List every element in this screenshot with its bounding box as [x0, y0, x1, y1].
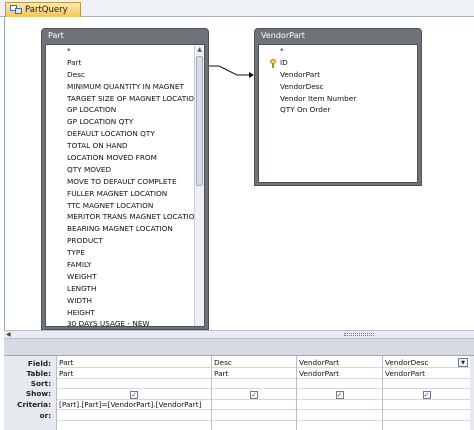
part-field-item[interactable]: Desc: [46, 69, 204, 81]
vendorpart-field-item[interactable]: Vendor Item Number: [259, 93, 417, 105]
grid-row-label: or:: [39, 411, 51, 420]
pane-gap: [4, 339, 474, 355]
part-field-item[interactable]: TTC MAGNET LOCATION: [46, 200, 204, 212]
grid-sort-cell[interactable]: [383, 379, 470, 389]
grid-column[interactable]: VendorPart VendorPart ✓: [296, 356, 382, 430]
show-checkbox[interactable]: ✓: [250, 390, 258, 399]
show-checkbox[interactable]: ✓: [335, 390, 344, 399]
grid-field-cell[interactable]: Desc: [212, 358, 296, 368]
grid-row-label: Table:: [26, 369, 51, 378]
grid-row-label: Sort:: [30, 379, 51, 388]
scrollbar-thumb[interactable]: [196, 56, 203, 186]
grid-sort-cell[interactable]: [57, 379, 211, 389]
scroll-left-icon[interactable]: ◀: [6, 331, 11, 339]
part-field-item[interactable]: WEIGHT: [46, 271, 204, 283]
part-field-item[interactable]: MINIMUM QUANTITY IN MAGNET: [46, 81, 204, 93]
part-field-item[interactable]: MERITOR TRANS MAGNET LOCATION: [46, 211, 204, 223]
part-field-item[interactable]: FAMILY: [46, 259, 204, 271]
vendorpart-table-title[interactable]: VendorPart: [255, 29, 421, 43]
part-field-item[interactable]: TOTAL ON HAND: [46, 140, 204, 152]
part-field-item[interactable]: GP LOCATION QTY: [46, 116, 204, 128]
grid-show-cell[interactable]: ✓: [57, 390, 211, 400]
vendorpart-field-label: ID: [280, 57, 288, 67]
part-field-item[interactable]: LENGTH: [46, 283, 204, 295]
grid-column[interactable]: Desc Part ✓: [211, 356, 296, 430]
grid-table-cell[interactable]: Part: [212, 369, 296, 379]
part-field-item[interactable]: *: [46, 45, 204, 57]
part-field-item[interactable]: HEIGHT: [46, 307, 204, 319]
show-checkbox[interactable]: ✓: [130, 390, 138, 399]
vendorpart-field-item[interactable]: VendorPart: [259, 69, 417, 81]
grid-criteria-cell[interactable]: [212, 400, 296, 410]
grid-sort-cell[interactable]: [212, 379, 296, 389]
query-tab-label: PartQuery: [25, 5, 68, 15]
part-field-item[interactable]: TYPE: [46, 247, 204, 259]
grid-or-cell[interactable]: [212, 411, 296, 421]
grid-or-cell[interactable]: [383, 411, 470, 421]
vendorpart-field-item[interactable]: *: [259, 45, 417, 57]
grid-criteria-cell[interactable]: [383, 400, 470, 410]
vendorpart-field-item[interactable]: QTY On Order: [259, 104, 417, 116]
grid-show-cell[interactable]: ✓: [212, 390, 296, 400]
grid-field-cell[interactable]: Part: [57, 358, 211, 368]
part-field-list[interactable]: * Part Desc MINIMUM QUANTITY IN MAGNET TARGE…: [45, 44, 205, 327]
grid-table-cell[interactable]: VendorPart: [297, 369, 382, 379]
show-checkbox[interactable]: ✓: [422, 390, 431, 399]
vendorpart-field-item[interactable]: VendorDesc: [259, 81, 417, 93]
part-field-item[interactable]: 30 DAYS USAGE - NEW: [46, 318, 204, 326]
grid-table-cell[interactable]: VendorPart: [383, 369, 470, 379]
vendorpart-table[interactable]: VendorPart * ID VendorPart VendorDesc Vendor…: [254, 28, 422, 186]
part-field-item[interactable]: PRODUCT: [46, 235, 204, 247]
part-field-item[interactable]: TARGET SIZE OF MAGNET LOCATION: [46, 93, 204, 105]
part-field-scrollbar[interactable]: ▲: [194, 45, 204, 326]
grid-field-cell[interactable]: VendorPart: [297, 358, 382, 368]
part-field-item[interactable]: QTY MOVED: [46, 164, 204, 176]
splitter-grip[interactable]: [344, 333, 374, 336]
vendorpart-field-list[interactable]: * ID VendorPart VendorDesc Vendor Item Numbe…: [258, 44, 418, 183]
grid-table-cell[interactable]: Part: [57, 369, 211, 379]
grid-show-cell[interactable]: ✓: [297, 390, 382, 400]
part-field-item[interactable]: MOVE TO DEFAULT COMPLETE: [46, 176, 204, 188]
grid-row-label: Criteria:: [17, 400, 51, 409]
part-table[interactable]: Part * Part Desc MINIMUM QUANTITY IN MAGNET…: [41, 28, 209, 330]
grid-column[interactable]: Part Part ✓ [Part].[Part]=[VendorPart].[Ven…: [56, 356, 211, 430]
document-tab-strip: PartQuery: [0, 0, 474, 17]
part-field-item[interactable]: DEFAULT LOCATION QTY: [46, 128, 204, 140]
grid-criteria-cell[interactable]: [297, 400, 382, 410]
part-table-title[interactable]: Part: [42, 29, 208, 43]
grid-criteria-cell[interactable]: [Part].[Part]=[VendorPart].[VendorPart]: [57, 400, 211, 410]
part-field-item[interactable]: BEARING MAGNET LOCATION: [46, 223, 204, 235]
query-design-grid: Field: Table: Sort: Show: Criteria: or: Part P…: [4, 355, 474, 430]
grid-field-cell[interactable]: ▼ VendorDesc: [383, 358, 470, 368]
grid-row-label: Show:: [25, 389, 51, 398]
primary-key-icon: [270, 58, 276, 68]
part-field-item[interactable]: WIDTH: [46, 295, 204, 307]
grid-row-label: Field:: [27, 359, 51, 368]
table-pane[interactable]: Part * Part Desc MINIMUM QUANTITY IN MAGNET…: [4, 17, 474, 330]
chevron-down-icon[interactable]: ▼: [458, 358, 468, 367]
query-tab[interactable]: PartQuery: [5, 2, 81, 17]
grid-or-cell[interactable]: [57, 411, 211, 421]
grid-column[interactable]: ▼ VendorDesc VendorPart ✓: [382, 356, 470, 430]
part-field-item[interactable]: LOCATION MOVED FROM: [46, 152, 204, 164]
pane-splitter[interactable]: ◀: [4, 330, 474, 339]
grid-show-cell[interactable]: ✓: [383, 390, 470, 400]
grid-sort-cell[interactable]: [297, 379, 382, 389]
query-icon: [10, 5, 22, 15]
part-field-item[interactable]: FULLER MAGNET LOCATION: [46, 188, 204, 200]
part-field-item[interactable]: Part: [46, 57, 204, 69]
vendorpart-field-item[interactable]: ID: [259, 57, 417, 69]
scroll-up-icon[interactable]: ▲: [195, 45, 204, 55]
part-field-item[interactable]: GP LOCATION: [46, 104, 204, 116]
grid-row-labels: Field: Table: Sort: Show: Criteria: or:: [4, 356, 55, 430]
grid-or-cell[interactable]: [297, 411, 382, 421]
